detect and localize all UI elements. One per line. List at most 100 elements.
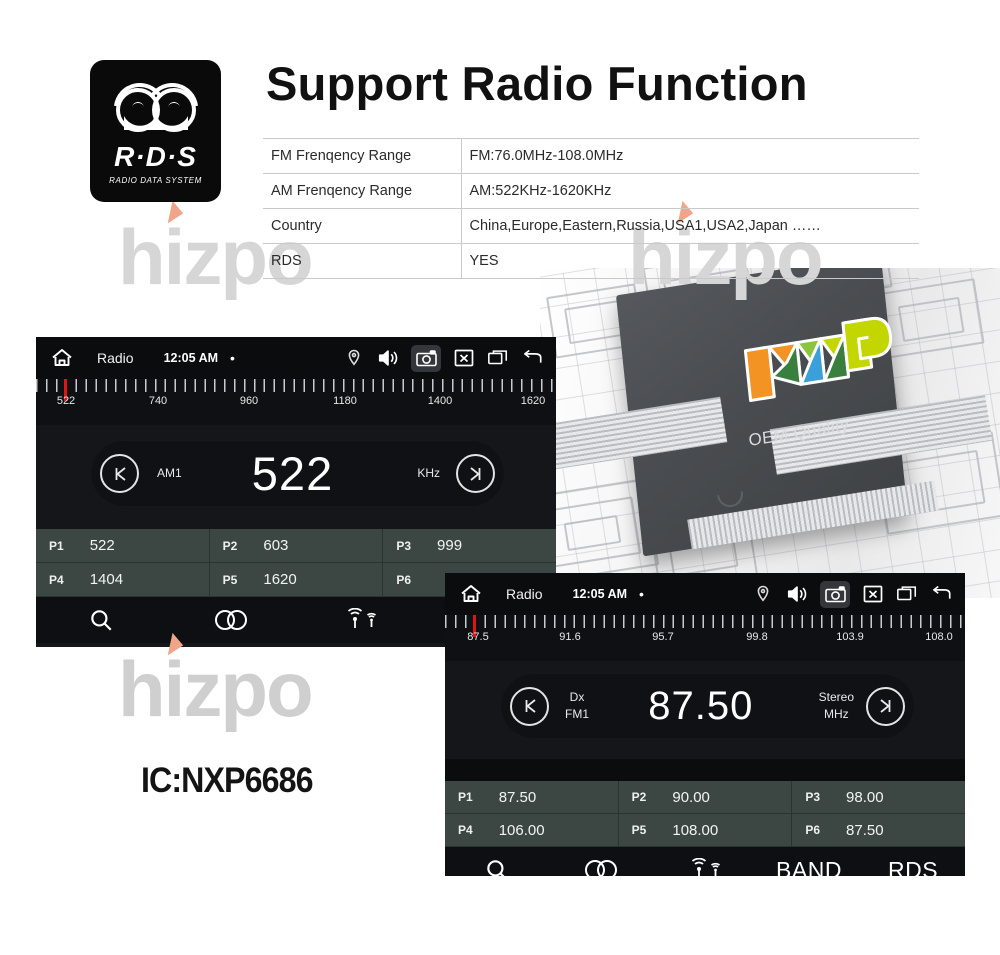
am-band-label: AM1	[157, 465, 182, 480]
scale-label: 1620	[520, 395, 546, 407]
local-dx-icon[interactable]	[296, 608, 426, 632]
spec-value: FM:76.0MHz-108.0MHz	[461, 138, 919, 174]
radio-spec-table: FM Frenqency Range FM:76.0MHz-108.0MHz A…	[263, 138, 919, 279]
local-dx-icon[interactable]	[653, 858, 757, 876]
am-tuner-pill: AM1 522 KHz	[90, 440, 505, 507]
location-pin-icon[interactable]	[343, 347, 365, 369]
rds-badge-text: R·D·S	[114, 140, 197, 172]
fm-status-bar: Radio 12:05 AM •	[445, 573, 965, 615]
rds-label: RDS	[887, 856, 939, 877]
recent-apps-icon[interactable]	[487, 347, 509, 369]
preset-button[interactable]: P6 87.50	[792, 814, 965, 847]
page-title: Support Radio Function	[266, 57, 808, 110]
scale-label: 740	[148, 395, 168, 407]
preset-number: P4	[49, 572, 64, 587]
skip-previous-icon[interactable]	[100, 454, 139, 493]
preset-button[interactable]: P1 522	[36, 529, 210, 563]
preset-button[interactable]: P4 1404	[36, 563, 210, 597]
home-icon[interactable]	[49, 345, 75, 371]
stereo-icon[interactable]	[549, 859, 653, 876]
spec-value: YES	[461, 243, 919, 279]
preset-button[interactable]: P2 603	[209, 529, 384, 563]
preset-number: P2	[222, 538, 238, 553]
search-icon[interactable]	[445, 857, 549, 876]
spec-label: Country	[263, 208, 462, 244]
am-tuning-scale[interactable]: 522 740 960 1180 1400 1620	[36, 379, 556, 425]
volume-icon[interactable]	[786, 583, 808, 605]
preset-button[interactable]: P5 108.00	[618, 814, 793, 847]
band-button[interactable]: BAND	[757, 857, 861, 877]
am-status-dot: •	[230, 350, 235, 366]
am-scale-ticks	[36, 379, 556, 392]
rds-logo-badge: R·D·S RADIO DATA SYSTEM	[90, 60, 221, 202]
rds-button[interactable]: RDS	[861, 857, 965, 877]
preset-number: P3	[396, 538, 412, 553]
scale-label: 91.6	[559, 631, 581, 643]
fm-preset-list: P1 87.50 P2 90.00 P3 98.00 P4 106.00 P5 …	[445, 781, 965, 847]
close-box-icon[interactable]	[453, 347, 475, 369]
home-icon[interactable]	[458, 581, 484, 607]
preset-number: P6	[805, 823, 821, 837]
fm-status-dot: •	[639, 586, 644, 602]
fm-bottom-toolbar: BAND RDS	[445, 847, 965, 876]
preset-number: P3	[805, 790, 821, 804]
location-pin-icon[interactable]	[752, 583, 774, 605]
am-status-icons	[343, 344, 543, 372]
am-frequency-unit: KHz	[417, 465, 440, 480]
fm-status-icons	[752, 580, 952, 608]
fm-rds-info-row: NO PTY NEWS	[445, 759, 965, 781]
fm-preset-row: P1 87.50 P2 90.00 P3 98.00	[445, 781, 965, 814]
fm-radio-screen[interactable]: Radio 12:05 AM • 87.5 91.6 95.7 99.8 103…	[445, 573, 965, 876]
search-icon[interactable]	[36, 607, 166, 633]
fm-frequency-value: 87.50	[648, 683, 754, 728]
preset-button[interactable]: P5 1620	[209, 563, 384, 597]
preset-button[interactable]: P1 87.50	[445, 781, 619, 814]
preset-value: 87.50	[498, 788, 537, 806]
nxp-chip-background-image: OEM Quality	[540, 268, 1000, 598]
volume-icon[interactable]	[377, 347, 399, 369]
skip-next-icon[interactable]	[456, 454, 495, 493]
fm-preset-row: P4 106.00 P5 108.00 P6 87.50	[445, 814, 965, 847]
preset-number: P5	[631, 823, 647, 837]
fm-band-label: FM1	[565, 707, 589, 721]
scale-label: 99.8	[746, 631, 768, 643]
skip-next-icon[interactable]	[866, 686, 905, 726]
close-box-icon[interactable]	[862, 583, 884, 605]
spec-value: China,Europe,Eastern,Russia,USA1,USA2,Ja…	[461, 208, 919, 244]
am-preset-row: P1 522 P2 603 P3 999	[36, 529, 556, 563]
fm-screen-reflection: BAND RDS	[445, 876, 965, 938]
back-arrow-icon[interactable]	[521, 347, 543, 369]
scale-label: 1400	[427, 395, 453, 407]
preset-value: 106.00	[498, 821, 545, 839]
fm-status-title: Radio	[506, 586, 543, 602]
scale-label: 108.0	[925, 631, 953, 643]
spec-label: FM Frenqency Range	[263, 138, 462, 174]
table-row: RDS YES	[263, 243, 919, 279]
preset-button[interactable]: P2 90.00	[618, 781, 793, 814]
fm-scale-labels: 87.5 91.6 95.7 99.8 103.9 108.0	[445, 631, 965, 651]
preset-button[interactable]: P4 106.00	[445, 814, 619, 847]
preset-value: 1404	[89, 571, 124, 588]
am-status-clock: 12:05 AM	[163, 351, 219, 365]
camera-icon[interactable]	[820, 580, 850, 608]
back-arrow-icon[interactable]	[930, 583, 952, 605]
fm-tuning-scale[interactable]: 87.5 91.6 95.7 99.8 103.9 108.0	[445, 615, 965, 661]
fm-tuner-pill: Dx FM1 87.50 Stereo MHz	[500, 673, 915, 739]
stereo-icon[interactable]	[166, 609, 296, 631]
rds-badge-subtitle: RADIO DATA SYSTEM	[109, 175, 202, 185]
preset-button[interactable]: P3 999	[383, 529, 556, 563]
table-row: Country China,Europe,Eastern,Russia,USA1…	[263, 208, 919, 244]
preset-value: 108.00	[672, 821, 719, 839]
fm-scale-ticks	[445, 615, 965, 628]
camera-icon[interactable]	[411, 344, 441, 372]
scale-label: 522	[56, 395, 76, 407]
fm-frequency-area: Dx FM1 87.50 Stereo MHz	[445, 661, 965, 759]
fm-sensitivity-label: Dx	[569, 689, 585, 704]
preset-button[interactable]: P3 98.00	[792, 781, 965, 814]
fm-frequency-unit: MHz	[823, 707, 849, 721]
spec-label: AM Frenqency Range	[263, 173, 462, 209]
scale-label: 87.5	[467, 631, 489, 643]
recent-apps-icon[interactable]	[896, 583, 918, 605]
watermark-hizpo: hizpo	[118, 632, 314, 728]
skip-previous-icon[interactable]	[510, 686, 549, 726]
